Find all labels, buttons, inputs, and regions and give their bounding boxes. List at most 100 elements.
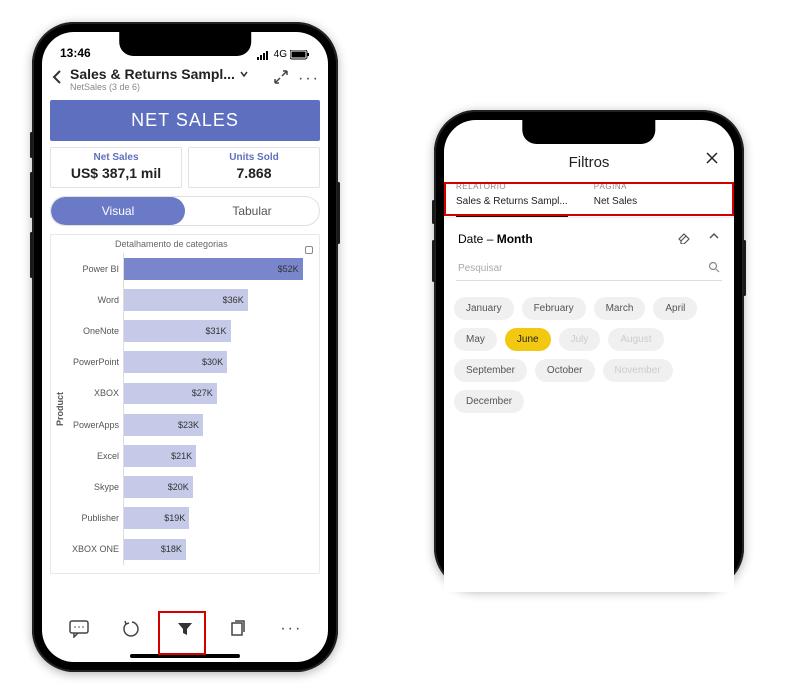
kpi-value: US$ 387,1 mil — [51, 165, 181, 181]
tab-scope-value: Sales & Returns Sampl... — [456, 196, 568, 207]
filter-field-name: Date – Month — [458, 232, 533, 246]
tab-tabular[interactable]: Tabular — [185, 197, 319, 225]
bar: $18K — [124, 539, 186, 561]
phone-frame-right: Filtros RELATÓRIO Sales & Returns Sampl.… — [434, 110, 744, 590]
category-label: OneNote — [69, 315, 123, 346]
bar-row[interactable]: $21K — [124, 440, 313, 471]
kpi-card-net-sales[interactable]: Net Sales US$ 387,1 mil — [50, 147, 182, 188]
filter-pill-february[interactable]: February — [522, 297, 586, 320]
bar-row[interactable]: $20K — [124, 471, 313, 502]
bar: $27K — [124, 383, 217, 405]
bar-row[interactable]: $30K — [124, 347, 313, 378]
reset-button[interactable] — [119, 616, 145, 642]
bar: $23K — [124, 414, 203, 436]
filters-title: Filtros — [569, 154, 610, 171]
status-indicators: 4G — [257, 49, 310, 60]
filter-pill-january[interactable]: January — [454, 297, 514, 320]
bars-area: $52K $36K $31K $30K $27K $23K $21K $20K $19K $18K — [123, 253, 313, 565]
category-label: Power BI — [69, 253, 123, 284]
filter-pill-july: July — [559, 328, 601, 351]
filter-scope-tabs: RELATÓRIO Sales & Returns Sampl... PÁGIN… — [444, 174, 734, 218]
tab-scope-label: PÁGINA — [594, 182, 637, 191]
bar: $20K — [124, 476, 193, 498]
kpi-card-units-sold[interactable]: Units Sold 7.868 — [188, 147, 320, 188]
filter-button[interactable] — [172, 616, 198, 642]
comments-button[interactable] — [66, 616, 92, 642]
bar-value-label: $23K — [178, 420, 199, 430]
phone-screen-left: 13:46 4G Sales & Returns Sampl... NetSal… — [42, 32, 328, 662]
signal-icon — [257, 50, 271, 60]
kpi-value: 7.868 — [189, 165, 319, 181]
eraser-icon[interactable] — [678, 230, 692, 247]
more-toolbar-button[interactable]: ··· — [278, 616, 304, 642]
bar-row[interactable]: $23K — [124, 409, 313, 440]
expand-button[interactable] — [270, 68, 292, 91]
y-axis-label: Product — [55, 253, 69, 565]
bar-row[interactable]: $52K — [124, 253, 313, 284]
home-indicator[interactable] — [130, 654, 240, 658]
kpi-row: Net Sales US$ 387,1 mil Units Sold 7.868 — [50, 147, 320, 188]
category-label: Word — [69, 284, 123, 315]
bar-row[interactable]: $31K — [124, 315, 313, 346]
bar-value-label: $36K — [223, 295, 244, 305]
filter-pill-march[interactable]: March — [594, 297, 646, 320]
report-title-block[interactable]: Sales & Returns Sampl... NetSales (3 de … — [70, 66, 264, 92]
bar: $21K — [124, 445, 196, 467]
category-label: Publisher — [69, 503, 123, 534]
bar-value-label: $30K — [202, 357, 223, 367]
page-indicator: NetSales (3 de 6) — [70, 82, 264, 92]
bar-value-label: $20K — [168, 482, 189, 492]
filter-values: JanuaryFebruaryMarchAprilMayJuneJulyAugu… — [444, 291, 734, 419]
page-title-banner: NET SALES — [50, 100, 320, 141]
bar: $30K — [124, 351, 227, 373]
nav-bar: Sales & Returns Sampl... NetSales (3 de … — [42, 62, 328, 92]
tab-relatorio[interactable]: RELATÓRIO Sales & Returns Sampl... — [456, 182, 568, 217]
search-placeholder: Pesquisar — [458, 263, 708, 274]
pages-button[interactable] — [225, 616, 251, 642]
chevron-up-icon[interactable] — [708, 230, 720, 247]
filter-pill-april[interactable]: April — [653, 297, 697, 320]
filter-pill-may[interactable]: May — [454, 328, 497, 351]
kpi-label: Units Sold — [189, 152, 319, 163]
bar-value-label: $31K — [205, 326, 226, 336]
chart-title: Detalhamento de categorias — [55, 239, 313, 249]
network-type: 4G — [274, 49, 287, 60]
category-labels: Power BIWordOneNotePowerPointXBOXPowerAp… — [69, 253, 123, 565]
filter-pill-september[interactable]: September — [454, 359, 527, 382]
filter-pill-november: November — [603, 359, 673, 382]
bar: $31K — [124, 320, 231, 342]
bar-row[interactable]: $36K — [124, 284, 313, 315]
view-tabs: Visual Tabular — [50, 196, 320, 226]
filter-pill-october[interactable]: October — [535, 359, 595, 382]
tab-visual[interactable]: Visual — [51, 197, 185, 225]
bar-row[interactable]: $27K — [124, 378, 313, 409]
tab-pagina[interactable]: PÁGINA Net Sales — [594, 182, 637, 217]
notch — [119, 32, 251, 56]
battery-icon — [290, 50, 310, 60]
report-title: Sales & Returns Sampl... — [70, 66, 235, 82]
filter-pill-june[interactable]: June — [505, 328, 551, 351]
close-button[interactable] — [704, 150, 720, 171]
bar: $36K — [124, 289, 248, 311]
category-label: PowerApps — [69, 409, 123, 440]
tab-scope-label: RELATÓRIO — [456, 182, 568, 191]
bar-row[interactable]: $19K — [124, 503, 313, 534]
bar-value-label: $19K — [164, 513, 185, 523]
more-button[interactable]: ··· — [298, 70, 320, 88]
chart-panel[interactable]: Detalhamento de categorias Product Power… — [50, 234, 320, 574]
bar-value-label: $52K — [278, 264, 299, 274]
category-label: XBOX — [69, 378, 123, 409]
phone-screen-right: Filtros RELATÓRIO Sales & Returns Sampl.… — [444, 120, 734, 592]
notch — [522, 120, 655, 144]
bar-value-label: $21K — [171, 451, 192, 461]
filter-pill-december[interactable]: December — [454, 390, 524, 413]
filter-search-input[interactable]: Pesquisar — [456, 257, 722, 281]
phone-frame-left: 13:46 4G Sales & Returns Sampl... NetSal… — [32, 22, 338, 672]
filter-field-header[interactable]: Date – Month — [444, 218, 734, 253]
back-button[interactable] — [50, 68, 64, 91]
status-time: 13:46 — [60, 46, 91, 60]
kpi-label: Net Sales — [51, 152, 181, 163]
bar-value-label: $18K — [161, 544, 182, 554]
chevron-down-icon — [239, 69, 249, 79]
bar-row[interactable]: $18K — [124, 534, 313, 565]
